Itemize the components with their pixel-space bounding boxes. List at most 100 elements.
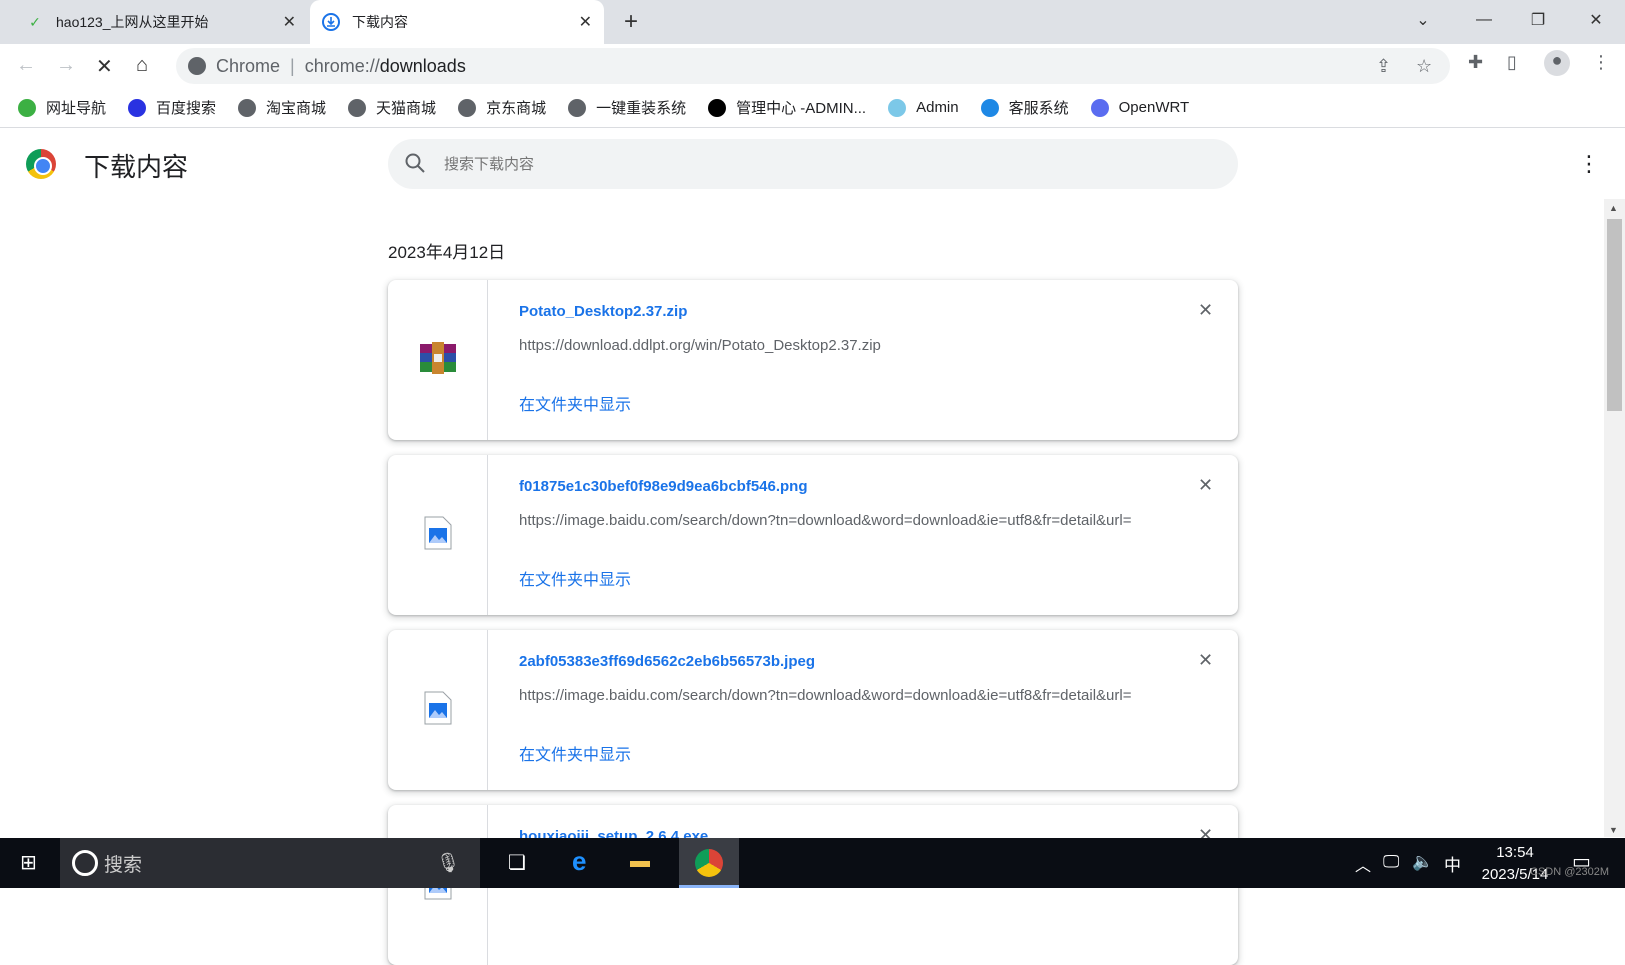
taskbar-search-label: 搜索 (104, 854, 143, 876)
ime-indicator[interactable]: 中 (1444, 851, 1461, 876)
hao-icon (18, 98, 36, 117)
remove-item-icon[interactable]: ✕ (1198, 650, 1213, 671)
home-icon[interactable]: ⌂ (136, 54, 148, 77)
bookmark-label: 淘宝商城 (266, 100, 327, 117)
bookmark-item[interactable]: 京东商城 (458, 97, 546, 118)
taskbar: ⊞ 搜索 🎙 ❏ e ▬ ︿ 🖵 🔈 中 13:54 2023/5/14 CSDN… (0, 838, 1625, 888)
back-icon[interactable]: ← (16, 54, 36, 77)
bookmark-label: 百度搜索 (156, 100, 217, 117)
extensions-icon[interactable]: ✚ (1468, 52, 1483, 73)
url-host: downloads (379, 55, 466, 76)
scroll-up-icon[interactable]: ▲ (1609, 203, 1618, 213)
source-url[interactable]: https://image.baidu.com/search/down?tn=d… (519, 687, 1139, 704)
bookmark-item[interactable]: 一键重装系统 (568, 97, 686, 118)
image-file-icon (424, 691, 452, 730)
side-panel-icon[interactable]: ▯ (1507, 52, 1517, 73)
globe-icon (348, 98, 367, 117)
stop-icon[interactable]: ✕ (96, 54, 113, 79)
taskbar-search[interactable]: 搜索 🎙 (60, 838, 480, 888)
winrar-archive-icon (418, 340, 458, 381)
search-input[interactable] (444, 155, 1144, 173)
scrollbar[interactable]: ▲ ▼ (1604, 199, 1625, 837)
search-icon (404, 152, 426, 178)
tab-hao123[interactable]: ✓ hao123_上网从这里开始 ✕ (14, 0, 308, 44)
bookmark-item[interactable]: 淘宝商城 (238, 97, 326, 118)
show-in-folder-link[interactable]: 在文件夹中显示 (519, 566, 631, 590)
forward-icon[interactable]: → (56, 54, 76, 77)
share-icon[interactable]: ⇪ (1376, 56, 1391, 77)
date-heading: 2023年4月12日 (388, 243, 506, 262)
download-icon (322, 13, 340, 31)
new-tab-button[interactable]: + (624, 8, 638, 36)
close-tab-icon[interactable]: ✕ (283, 12, 296, 32)
image-file-icon (424, 516, 452, 555)
file-explorer-icon[interactable]: ▬ (630, 850, 650, 873)
bookmark-item[interactable]: 管理中心 -ADMIN... (708, 97, 866, 118)
bookmark-star-icon[interactable]: ☆ (1416, 56, 1432, 77)
address-scheme: Chrome (216, 55, 281, 76)
chrome-taskbar-icon[interactable] (679, 838, 739, 888)
divider: | (290, 55, 295, 76)
microphone-icon[interactable]: 🎙 (436, 851, 460, 875)
remove-item-icon[interactable]: ✕ (1198, 300, 1213, 321)
globe-icon (238, 98, 257, 117)
bookmark-label: 天猫商城 (376, 100, 437, 117)
bookmark-label: Admin (916, 99, 959, 116)
file-name-link[interactable]: f01875e1c30bef0f98e9d9ea6bcbf546.png (519, 478, 808, 495)
hao123-icon: ✓ (29, 13, 41, 30)
notification-icon[interactable]: ▭ (1572, 849, 1591, 874)
downloads-header: 下载内容 ⋮ (0, 129, 1625, 199)
service-icon (980, 98, 999, 117)
bookmark-item[interactable]: 天猫商城 (348, 97, 436, 118)
watermark: CSDN @2302M (1530, 866, 1610, 878)
address-bar[interactable]: Chrome | chrome://downloads ⇪ ☆ (176, 48, 1450, 84)
tab-search-icon[interactable]: ⌄ (1395, 0, 1451, 40)
bookmark-item[interactable]: 百度搜索 (128, 97, 216, 118)
menu-icon[interactable]: ⋮ (1592, 52, 1610, 73)
globe-icon (458, 98, 477, 117)
source-url[interactable]: https://image.baidu.com/search/down?tn=d… (519, 512, 1139, 529)
openwrt-icon (1090, 98, 1109, 117)
file-icon-column (388, 455, 488, 615)
tray-chevron-icon[interactable]: ︿ (1355, 852, 1371, 876)
minimize-button[interactable]: — (1456, 0, 1512, 40)
file-name-link[interactable]: Potato_Desktop2.37.zip (519, 303, 687, 320)
scrollbar-thumb[interactable] (1607, 219, 1622, 411)
download-item: Potato_Desktop2.37.zip https://download.… (388, 280, 1238, 440)
network-icon[interactable]: 🖵 (1383, 852, 1399, 872)
close-tab-icon[interactable]: ✕ (579, 12, 592, 32)
task-view-icon[interactable]: ❏ (508, 850, 526, 875)
tab-strip: ✓ hao123_上网从这里开始 ✕ 下载内容 ✕ + ⌄ — ❐ ✕ (0, 0, 1625, 44)
bookmark-item[interactable]: Admin (888, 98, 959, 117)
bookmark-label: 京东商城 (486, 100, 547, 117)
page-title: 下载内容 (84, 152, 189, 182)
bookmark-item[interactable]: OpenWRT (1090, 98, 1190, 117)
edge-icon[interactable]: e (572, 846, 586, 877)
file-name-link[interactable]: 2abf05383e3ff69d6562c2eb6b56573b.jpeg (519, 653, 815, 670)
show-in-folder-link[interactable]: 在文件夹中显示 (519, 741, 631, 765)
bookmark-item[interactable]: 客服系统 (980, 97, 1069, 118)
windows-start-icon[interactable]: ⊞ (20, 850, 37, 875)
bookmark-label: 网址导航 (46, 100, 107, 117)
chrome-icon (188, 57, 206, 75)
download-item: f01875e1c30bef0f98e9d9ea6bcbf546.png htt… (388, 455, 1238, 615)
bookmarks-bar: 网址导航 百度搜索 淘宝商城 天猫商城 京东商城 一键重装系统 管理中心 -ADMIN...… (0, 88, 1625, 128)
profile-avatar[interactable]: ● (1544, 50, 1570, 76)
admin-logo-icon (708, 98, 727, 117)
clock[interactable]: 13:54 2023/5/14 (1470, 842, 1560, 886)
more-actions-icon[interactable]: ⋮ (1578, 151, 1600, 177)
close-window-button[interactable]: ✕ (1568, 0, 1624, 40)
tab-downloads[interactable]: 下载内容 ✕ (310, 0, 604, 44)
bookmark-label: OpenWRT (1118, 99, 1190, 116)
volume-muted-icon[interactable]: 🔈 (1412, 852, 1433, 872)
bookmark-item[interactable]: 网址导航 (18, 97, 106, 118)
search-downloads[interactable] (388, 139, 1238, 189)
download-item: 2abf05383e3ff69d6562c2eb6b56573b.jpeg ht… (388, 630, 1238, 790)
remove-item-icon[interactable]: ✕ (1198, 475, 1213, 496)
show-in-folder-link[interactable]: 在文件夹中显示 (519, 391, 631, 415)
scroll-down-icon[interactable]: ▼ (1609, 825, 1618, 835)
tab-title: 下载内容 (352, 14, 408, 30)
maximize-button[interactable]: ❐ (1510, 0, 1566, 40)
bookmark-label: 客服系统 (1008, 100, 1069, 117)
source-url[interactable]: https://download.ddlpt.org/win/Potato_De… (519, 337, 1139, 354)
